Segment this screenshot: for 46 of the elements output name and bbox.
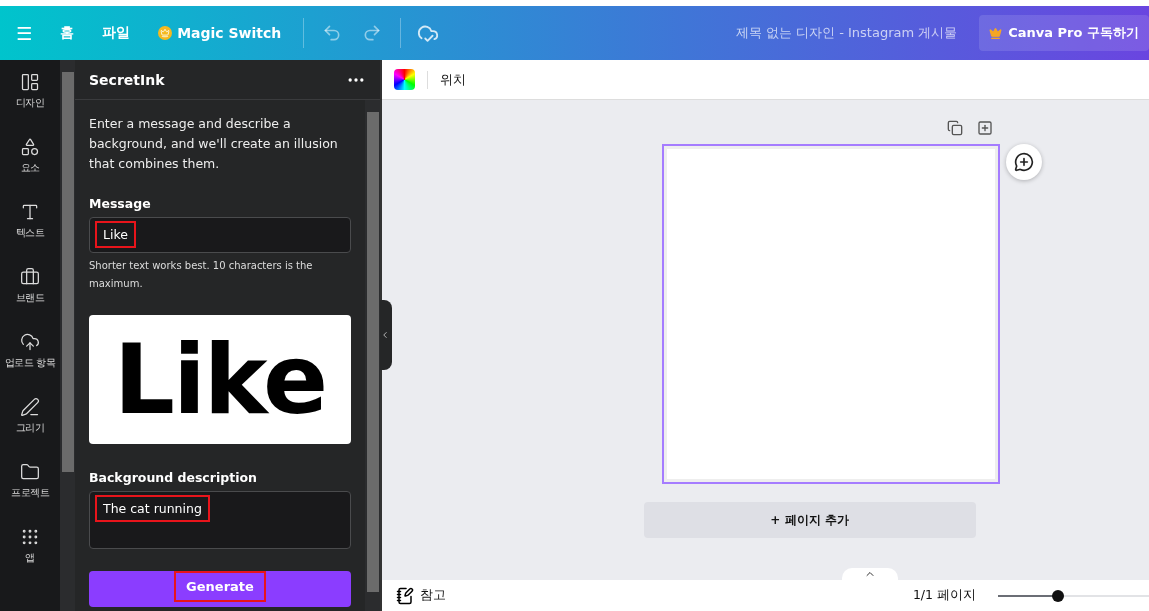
notes-icon	[396, 586, 414, 605]
grid-icon	[20, 527, 40, 547]
cloud-upload-icon	[20, 332, 40, 352]
generate-button[interactable]: Generate	[89, 571, 351, 607]
message-field[interactable]: Like	[89, 217, 351, 253]
rail-item[interactable]: 그리기	[0, 397, 60, 462]
slider-thumb[interactable]	[1052, 589, 1065, 602]
intro-text: Enter a message and describe a background, and we'll create an illusion that combines them.	[89, 115, 339, 173]
add-icon[interactable]	[977, 120, 993, 136]
rail-item[interactable]: 브랜드	[0, 267, 60, 332]
color-swatch[interactable]	[394, 69, 415, 90]
scrollbar[interactable]	[365, 100, 380, 611]
crown-icon	[989, 26, 1003, 40]
document-title: 제목 없는 디자인 - Instagram 게시물	[735, 24, 958, 42]
folder-icon	[20, 462, 40, 482]
duplicate-icon[interactable]	[947, 120, 963, 136]
hint-text: Shorter text works best. 10 characters is the maximum.	[89, 259, 314, 291]
briefcase-icon	[20, 267, 40, 287]
expand-handle[interactable]	[842, 568, 898, 582]
collapse-handle[interactable]	[380, 300, 392, 370]
comment-button[interactable]	[1005, 144, 1042, 180]
field-label: Background description	[89, 470, 258, 485]
preview-image: Like	[89, 315, 351, 444]
text-icon	[20, 202, 40, 222]
field-label: Message	[89, 196, 152, 211]
description-field[interactable]: The cat running	[89, 491, 351, 549]
chevron-left-icon	[380, 330, 390, 340]
position-button[interactable]: 위치	[427, 70, 466, 89]
crown-icon	[158, 26, 173, 40]
panel-title: SecretInk	[89, 71, 165, 88]
comment-icon	[1013, 152, 1034, 172]
add-page-button[interactable]: + 페이지 추가	[643, 502, 976, 538]
rail-item[interactable]: 요소	[0, 137, 60, 202]
rail-item[interactable]: 업로드 항목	[0, 332, 60, 397]
shapes-icon	[20, 137, 40, 157]
rail-item[interactable]: 디자인	[0, 72, 60, 137]
rail-item[interactable]: 프로젝트	[0, 462, 60, 527]
notes-button[interactable]: 참고	[420, 587, 446, 604]
pen-icon	[20, 397, 40, 417]
rail-item[interactable]: 텍스트	[0, 202, 60, 267]
rail-item[interactable]: 앱	[0, 527, 60, 592]
page-count: 1/1 페이지	[912, 587, 976, 604]
pro-button[interactable]: Canva Pro 구독하기	[979, 15, 1149, 51]
design-page[interactable]	[661, 144, 1000, 484]
scrollbar[interactable]	[60, 60, 75, 611]
layout-icon	[20, 72, 40, 92]
